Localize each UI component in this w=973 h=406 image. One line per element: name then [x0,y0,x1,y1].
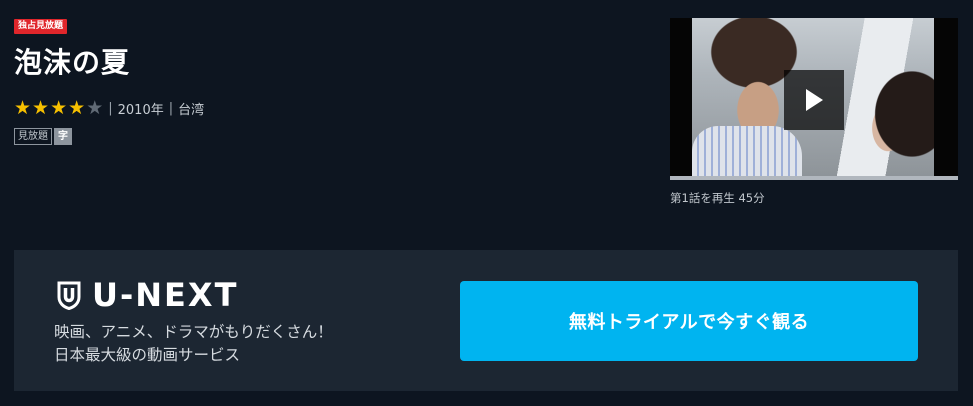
star-rating: ★ ★ ★ ★ ★ [14,98,103,118]
play-episode-label: 第1話を再生 [670,191,735,205]
page-title: 泡沫の夏 [14,46,131,79]
meta-row: ★ ★ ★ ★ ★ | 2010年 | 台湾 [14,98,204,118]
region: 台湾 [178,102,205,118]
logo-text: U-NEXT [92,276,239,314]
release-year: 2010年 [117,102,164,118]
star-filled-icon: ★ [68,97,86,119]
thumbnail-figure [692,126,802,180]
episode-info[interactable]: 第1話を再生 45分 [670,190,765,206]
u-next-logo: U-NEXT [56,278,238,312]
star-filled-icon: ★ [50,97,68,119]
subtitle-tag: 字 [54,128,72,145]
tagline-line-2: 日本最大級の動画サービス [54,346,241,364]
play-button[interactable] [784,70,844,130]
promo-banner: U-NEXT 映画、アニメ、ドラマがもりだくさん！ 日本最大級の動画サービス 無… [14,250,958,391]
star-filled-icon: ★ [32,97,50,119]
meta-separator: | [108,100,113,116]
meta-separator: | [168,100,174,116]
progress-bar [670,176,958,180]
play-icon [806,89,823,111]
plan-tag: 見放題 [14,128,52,145]
star-empty-icon: ★ [86,97,104,119]
exclusive-badge: 独占見放題 [14,19,68,34]
u-next-shield-icon [57,281,81,310]
progress-fill [670,176,958,180]
tagline: 映画、アニメ、ドラマがもりだくさん！ 日本最大級の動画サービス [54,321,333,367]
star-filled-icon: ★ [14,97,32,119]
episode-duration: 45分 [738,191,765,205]
tag-list: 見放題 字 [14,128,72,145]
tagline-line-1: 映画、アニメ、ドラマがもりだくさん！ [54,323,333,341]
free-trial-button[interactable]: 無料トライアルで今すぐ観る [460,281,918,361]
video-thumbnail[interactable] [670,18,958,180]
